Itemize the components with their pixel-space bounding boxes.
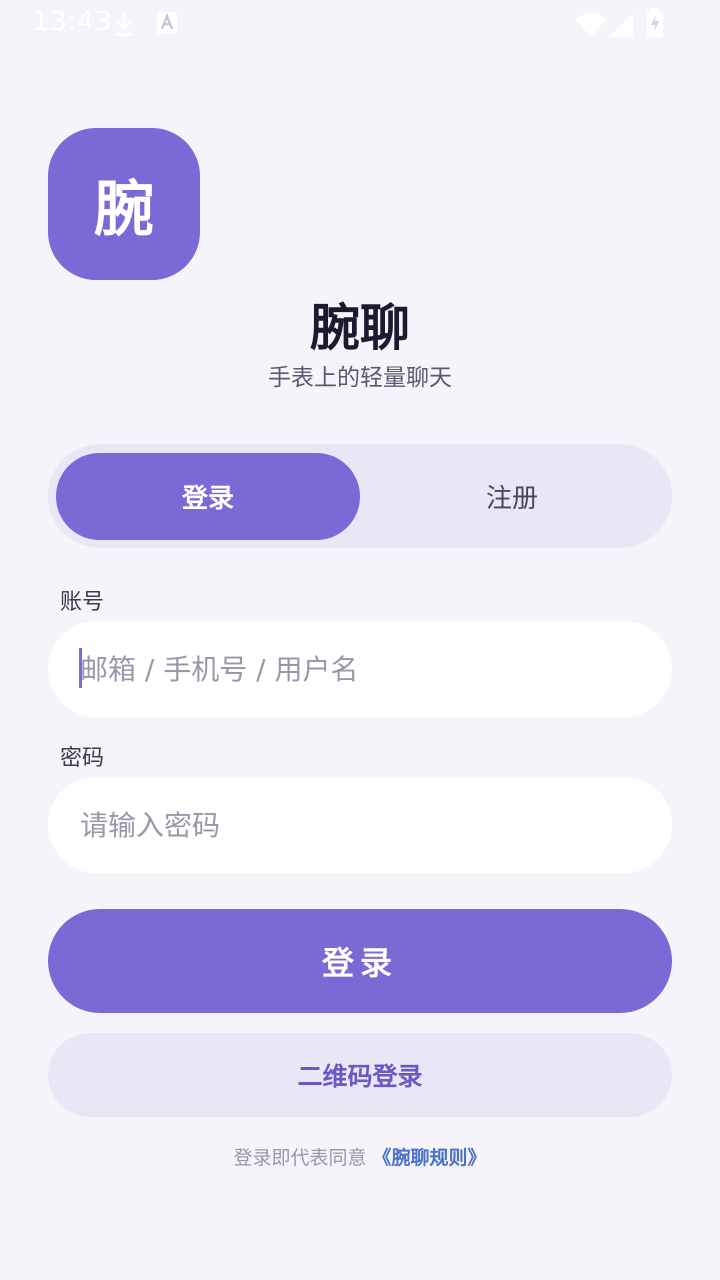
password-field[interactable] [48, 777, 672, 873]
app-slogan: 手表上的轻量聊天 [268, 365, 452, 391]
keyboard-a-icon [157, 12, 177, 34]
app-logo: 腕 [48, 128, 200, 280]
account-input[interactable] [80, 621, 650, 717]
qr-login-button[interactable]: 二维码登录 [48, 1033, 672, 1117]
tab-login[interactable]: 登录 [56, 453, 360, 540]
agreement-prefix: 登录即代表同意 [233, 1147, 367, 1169]
app-name: 腕聊 [310, 299, 410, 357]
mode-tabs: 登录 注册 [48, 444, 672, 548]
app-logo-char: 腕 [94, 174, 154, 245]
tab-register[interactable]: 注册 [360, 453, 664, 540]
password-input[interactable] [80, 777, 650, 873]
text-cursor [79, 648, 82, 688]
download-icon [115, 12, 133, 36]
wifi-icon [575, 13, 607, 37]
agreement-text: 登录即代表同意 《腕聊规则》 [0, 1143, 720, 1170]
status-bar: 13:43 [0, 0, 720, 48]
rules-link[interactable]: 《腕聊规则》 [373, 1147, 487, 1169]
login-button[interactable]: 登录 [48, 909, 672, 1013]
account-field[interactable] [48, 621, 672, 717]
password-label: 密码 [60, 746, 105, 771]
account-label: 账号 [60, 590, 105, 615]
cell-signal-icon [609, 13, 633, 37]
login-screen: 13:43 腕 腕聊 手表上的轻量聊天 登录 注册 账号 邮箱 / 手机号 / … [0, 0, 720, 1280]
battery-charging-icon [647, 8, 663, 37]
status-time: 13:43 [32, 6, 113, 37]
